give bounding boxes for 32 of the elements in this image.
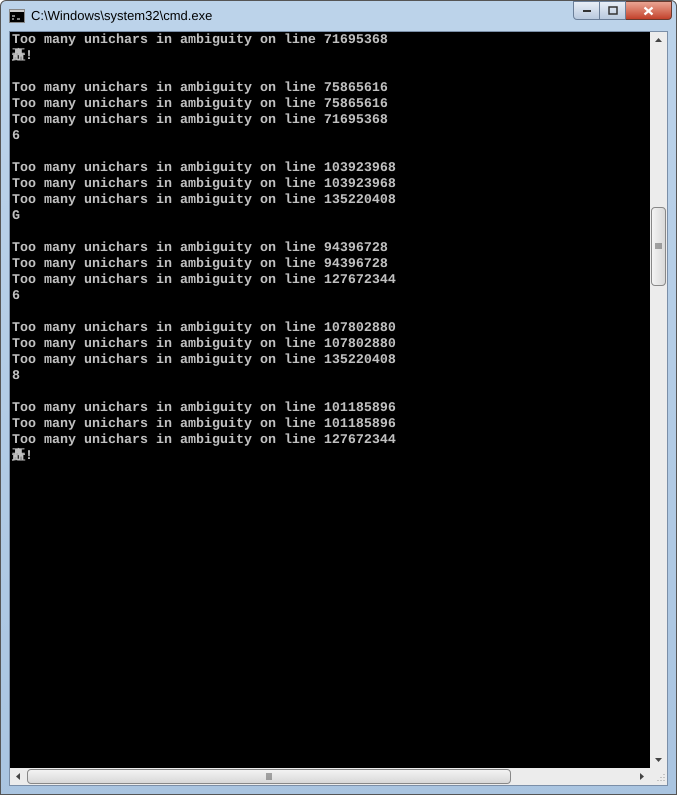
console-line: Too many unichars in ambiguity on line 71695368 [12,33,388,48]
console-line: Too many unichars in ambiguity on line 127672344 [12,273,396,289]
close-icon [643,6,654,16]
maximize-button[interactable] [600,1,626,20]
console-line: Too many unichars in ambiguity on line 103923968 [12,161,396,177]
console-line: Too many unichars in ambiguity on line 71695368 [12,113,388,129]
console-line: Too many unichars in ambiguity on line 135220408 [12,193,396,209]
console-line: Too many unichars in ambiguity on line 101185896 [12,401,396,417]
window-title: C:\Windows\system32\cmd.exe [31,7,212,26]
grip-icon [655,243,662,250]
console-line: 8 [12,369,20,385]
console-line: 矗! [12,49,33,65]
console-line: Too many unichars in ambiguity on line 107802880 [12,337,396,353]
close-button[interactable] [626,1,672,20]
minimize-button[interactable] [573,1,600,20]
console-line: Too many unichars in ambiguity on line 101185896 [12,417,396,433]
console-line: G [12,209,20,225]
console-line: Too many unichars in ambiguity on line 103923968 [12,177,396,193]
console-line: 6 [12,289,20,305]
console-line: Too many unichars in ambiguity on line 107802880 [12,321,396,337]
console-line: Too many unichars in ambiguity on line 75865616 [12,81,388,97]
minimize-icon [582,8,592,12]
console-line: Too many unichars in ambiguity on line 135220408 [12,353,396,369]
console-line: Too many unichars in ambiguity on line 94396728 [12,241,388,257]
console-line: Too many unichars in ambiguity on line 94396728 [12,257,388,273]
console-line: 矗! [12,449,33,465]
console-line: Too many unichars in ambiguity on line 75865616 [12,97,388,113]
grip-icon [266,773,272,780]
console-app-icon [9,9,25,23]
console-line: Too many unichars in ambiguity on line 127672344 [12,433,396,448]
console-line: 6 [12,129,20,145]
maximize-icon [608,6,618,15]
